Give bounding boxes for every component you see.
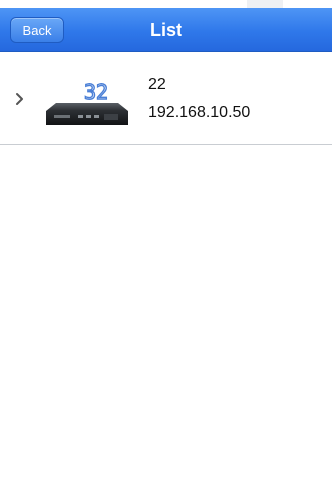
device-icon-number: 32: [84, 80, 108, 104]
status-strip: [0, 0, 332, 8]
list-item[interactable]: 32 22 192.168.10.50: [0, 53, 332, 145]
chevron-right-icon: [16, 93, 23, 105]
back-button[interactable]: Back: [10, 17, 64, 43]
title-bar: List Back: [0, 8, 332, 52]
network-dvr-icon: 32: [46, 79, 128, 125]
empty-list-area: [0, 145, 332, 502]
device-name: 22: [148, 76, 166, 93]
device-ip: 192.168.10.50: [148, 104, 251, 121]
